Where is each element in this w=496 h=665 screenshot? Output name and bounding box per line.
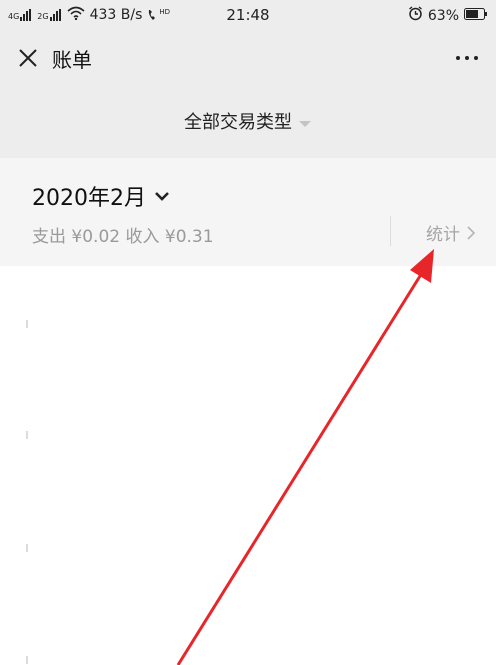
- caret-down-icon: [298, 113, 312, 134]
- statistics-link[interactable]: 统计: [426, 220, 476, 245]
- list-tick: [26, 320, 28, 328]
- filter-label: 全部交易类型: [184, 112, 292, 133]
- more-button[interactable]: [452, 44, 482, 72]
- income-label: 收入: [125, 227, 160, 247]
- month-summary: 支出 ¥0.02 收入 ¥0.31: [32, 222, 214, 247]
- income-value: ¥0.31: [164, 227, 214, 247]
- list-tick: [26, 656, 28, 664]
- month-selector[interactable]: 2020年2月: [32, 180, 170, 212]
- battery-icon: [464, 7, 488, 24]
- month-summary-card: 2020年2月 支出 ¥0.02 收入 ¥0.31 统计: [0, 158, 496, 266]
- transaction-type-filter[interactable]: 全部交易类型: [0, 108, 496, 134]
- transaction-list: [0, 266, 496, 665]
- chevron-down-icon: [155, 192, 169, 201]
- vertical-divider: [390, 216, 391, 246]
- nav-bar: 账单: [0, 30, 496, 86]
- month-title: 2020年2月: [32, 186, 146, 211]
- page-title: 账单: [52, 48, 92, 72]
- chevron-right-icon: [467, 225, 476, 240]
- filter-bar: 全部交易类型: [0, 86, 496, 158]
- list-tick: [26, 544, 28, 552]
- status-right: 63%: [408, 6, 488, 25]
- expense-label: 支出: [32, 227, 66, 247]
- alarm-icon: [408, 6, 423, 25]
- statistics-label: 统计: [426, 225, 460, 245]
- status-bar: 4G 2G 433 B/s HD 21:48 63%: [0, 0, 496, 30]
- close-button[interactable]: [14, 44, 42, 72]
- battery-percent: 63%: [427, 7, 459, 24]
- list-tick: [26, 431, 28, 439]
- close-icon: [19, 49, 37, 67]
- expense-value: ¥0.02: [71, 227, 121, 247]
- more-icon: [456, 56, 478, 60]
